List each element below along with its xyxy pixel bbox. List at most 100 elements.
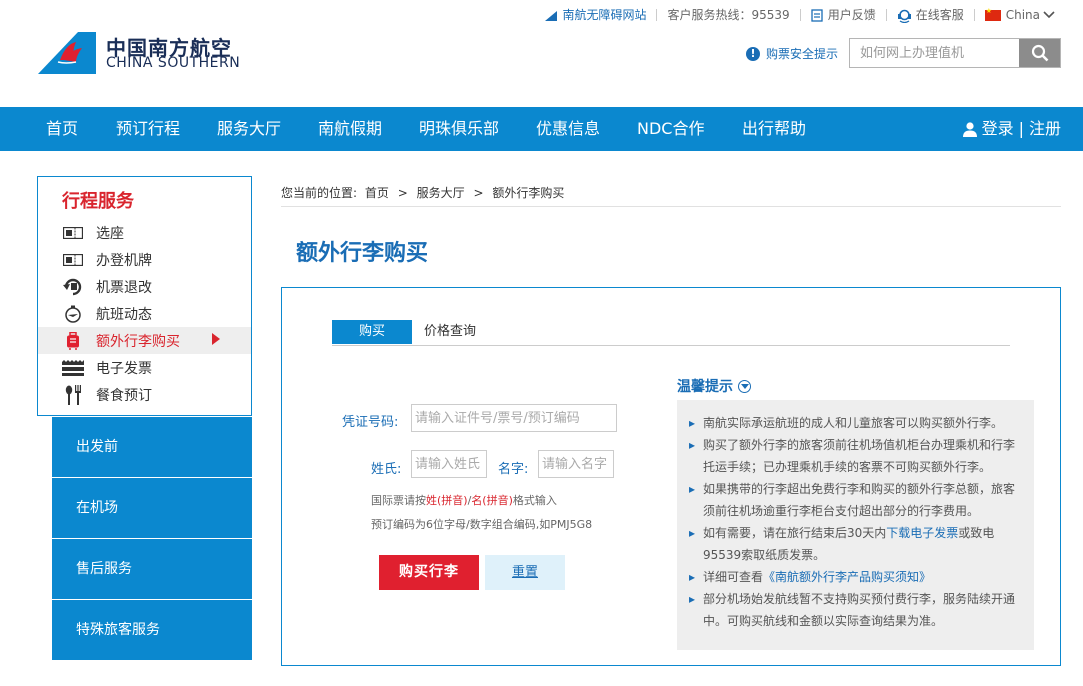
divider	[885, 8, 887, 21]
tip-item: 南航实际承运航班的成人和儿童旅客可以购买额外行李。	[689, 412, 1020, 434]
meal-icon	[62, 384, 84, 405]
voucher-label: 凭证号码:	[342, 415, 399, 430]
tips-title: 温馨提示	[677, 379, 733, 395]
baggage-purchase-panel: 购买 价格查询 凭证号码: 姓氏: 名字: 国际票请按姓(拼音)/名(拼音)格式…	[281, 287, 1061, 666]
info-icon: !	[746, 46, 760, 61]
nav-holidays[interactable]: 南航假期	[318, 107, 382, 151]
sidebar-item-seat[interactable]: 选座	[38, 219, 251, 246]
sidebar-item-label: 选座	[96, 225, 124, 242]
accessible-site-link[interactable]: 南航无障碍网站	[544, 6, 646, 23]
tab-price-query[interactable]: 价格查询	[424, 320, 476, 344]
tips-toggle[interactable]: 温馨提示	[677, 376, 751, 396]
given-name-input[interactable]	[538, 450, 614, 478]
kapok-logo-icon	[38, 32, 96, 74]
breadcrumb-prefix: 您当前的位置:	[281, 186, 358, 200]
surname-input[interactable]	[411, 450, 487, 478]
buy-baggage-button[interactable]: 购买行李	[379, 555, 479, 590]
sidebar-title: 行程服务	[62, 191, 134, 212]
breadcrumb-sep: >	[473, 186, 484, 200]
breadcrumb-divider	[281, 206, 1061, 207]
tip-item: 如果携带的行李超出免费行李和购买的额外行李总额，旅客须前往机场逾重行李柜台支付超…	[689, 478, 1020, 522]
main-nav: 首页 预订行程 服务大厅 南航假期 明珠俱乐部 优惠信息 NDC合作 出行帮助 …	[0, 107, 1083, 151]
nav-ndc[interactable]: NDC合作	[637, 107, 704, 151]
surname-label: 姓氏:	[371, 462, 402, 477]
tip-text: 详细可查看	[703, 570, 764, 584]
security-tip-label: 购票安全提示	[766, 47, 839, 61]
login-register: 登录 | 注册	[962, 107, 1061, 151]
tip-item: 部分机场始发航线暂不支持购买预付费行李，服务陆续开通中。可购买航线和金额以实际查…	[689, 588, 1020, 632]
register-link[interactable]: 注册	[1029, 107, 1061, 151]
tip-item: 如有需要，请在旅行结束后30天内下载电子发票或致电95539索取纸质发票。	[689, 522, 1020, 566]
hotline-number: 95539	[751, 8, 790, 22]
search-input[interactable]	[850, 39, 1020, 67]
feedback-link[interactable]: 用户反馈	[811, 6, 876, 23]
hint-given-name: 名(拼音)	[471, 494, 513, 507]
feedback-icon	[811, 9, 823, 22]
nav-pearl-club[interactable]: 明珠俱乐部	[419, 107, 499, 151]
reset-button[interactable]: 重置	[485, 555, 565, 590]
nav-travel-help[interactable]: 出行帮助	[742, 107, 806, 151]
divider	[973, 8, 975, 21]
tips-box: 南航实际承运航班的成人和儿童旅客可以购买额外行李。 购买了额外行李的旅客须前往机…	[677, 400, 1034, 650]
tab-buy[interactable]: 购买	[332, 320, 412, 344]
nav-booking[interactable]: 预订行程	[116, 107, 180, 151]
china-southern-logo[interactable]: 中国南方航空 CHINA SOUTHERN	[38, 30, 241, 74]
refund-change-icon	[62, 278, 84, 296]
hint-text: 国际票请按	[371, 494, 426, 507]
online-service-link[interactable]: 在线客服	[897, 6, 964, 23]
flight-status-icon	[62, 305, 84, 323]
chevron-down-circle-icon	[738, 379, 751, 393]
breadcrumb-current: 额外行李购买	[492, 186, 565, 200]
sidebar-item-label: 办登机牌	[96, 252, 152, 269]
sidebar-section-after-sales[interactable]: 售后服务	[52, 539, 252, 599]
user-icon	[962, 122, 977, 137]
sidebar-item-extra-baggage[interactable]: 额外行李购买	[38, 327, 251, 354]
headset-icon	[897, 9, 911, 23]
breadcrumb-service-hall[interactable]: 服务大厅	[417, 186, 465, 200]
boarding-pass-icon	[62, 251, 84, 269]
sidebar-item-label: 航班动态	[96, 306, 152, 323]
seat-ticket-icon	[62, 224, 84, 242]
breadcrumb: 您当前的位置: 首页 > 服务大厅 > 额外行李购买	[281, 184, 564, 201]
chevron-down-icon	[1043, 11, 1055, 19]
tip-text: 如有需要，请在旅行结束后30天内	[703, 526, 887, 540]
sidebar-section-special-passengers[interactable]: 特殊旅客服务	[52, 600, 252, 660]
accessibility-icon	[545, 10, 558, 21]
breadcrumb-home[interactable]: 首页	[365, 186, 389, 200]
sidebar-item-refund[interactable]: 机票退改	[38, 273, 251, 300]
online-service-label: 在线客服	[915, 8, 964, 22]
security-tip-link[interactable]: ! 购票安全提示	[746, 45, 838, 62]
region-selector[interactable]: China	[984, 7, 1055, 22]
nav-home[interactable]: 首页	[46, 107, 78, 151]
nav-promotions[interactable]: 优惠信息	[536, 107, 600, 151]
sidebar-section-before-departure[interactable]: 出发前	[52, 417, 252, 477]
sidebar-item-label: 机票退改	[96, 279, 152, 296]
login-link[interactable]: 登录	[982, 107, 1014, 151]
given-name-label: 名字:	[498, 462, 529, 477]
site-search	[849, 38, 1061, 68]
search-button[interactable]	[1019, 39, 1060, 67]
sidebar-item-label: 额外行李购买	[96, 333, 180, 350]
sidebar-item-label: 餐食预订	[96, 387, 152, 404]
page-title: 额外行李购买	[296, 241, 429, 266]
baggage-terms-link[interactable]: 《南航额外行李产品购买须知》	[763, 570, 931, 584]
voucher-input[interactable]	[411, 404, 617, 432]
breadcrumb-sep: >	[397, 186, 408, 200]
sidebar-item-flight-status[interactable]: 航班动态	[38, 300, 251, 327]
sidebar-item-boarding-pass[interactable]: 办登机牌	[38, 246, 251, 273]
sidebar-item-invoice[interactable]: 电子发票	[38, 354, 251, 381]
sidebar-item-label: 电子发票	[96, 360, 152, 377]
sidebar-item-meal[interactable]: 餐食预订	[38, 381, 251, 408]
invoice-icon	[62, 359, 84, 377]
sidebar-section-at-airport[interactable]: 在机场	[52, 478, 252, 538]
top-links: 南航无障碍网站 客户服务热线：95539 用户反馈 在线客服 China	[544, 6, 1055, 23]
hint-surname: 姓(拼音)	[426, 494, 468, 507]
accessible-site-label: 南航无障碍网站	[562, 8, 647, 22]
download-invoice-link[interactable]: 下载电子发票	[886, 526, 958, 540]
top-utility-bar: 南航无障碍网站 客户服务热线：95539 用户反馈 在线客服 China	[0, 0, 1083, 28]
active-arrow-icon	[212, 333, 220, 345]
divider	[656, 8, 658, 21]
tip-item: 购买了额外行李的旅客须前往机场值机柜台办理乘机和行李托运手续；已办理乘机手续的客…	[689, 434, 1020, 478]
logo-text-en: CHINA SOUTHERN	[106, 55, 241, 71]
nav-service-hall[interactable]: 服务大厅	[217, 107, 281, 151]
